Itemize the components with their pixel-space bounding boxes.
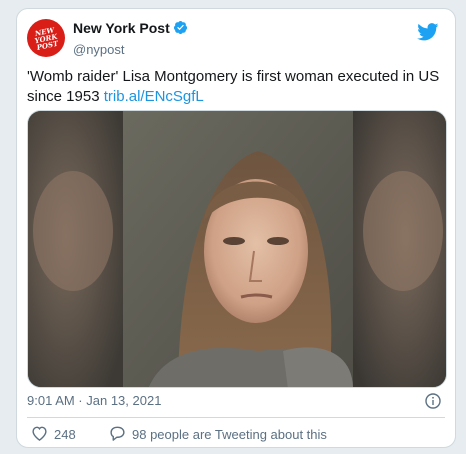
tweet-text: 'Womb raider' Lisa Montgomery is first w… — [27, 67, 447, 107]
tweet-photo[interactable] — [27, 110, 447, 388]
tweet-header: NEW YORK POST New York Post @nypost — [27, 19, 445, 61]
like-button[interactable]: 248 — [31, 425, 76, 444]
tweet-link[interactable]: trib.al/ENcSgfL — [104, 88, 204, 105]
handle[interactable]: @nypost — [73, 42, 188, 57]
tweet-body: 'Womb raider' Lisa Montgomery is first w… — [27, 68, 440, 105]
conversation-link[interactable]: 98 people are Tweeting about this — [109, 425, 327, 444]
tweet-meta: 9:01 AM · Jan 13, 2021 — [27, 393, 445, 411]
account-names[interactable]: New York Post @nypost — [73, 20, 188, 57]
twitter-bird-icon[interactable] — [417, 23, 439, 46]
nypost-logo: NEW YORK POST — [33, 25, 59, 52]
mugshot-image — [28, 111, 446, 387]
verified-badge-icon — [173, 20, 188, 40]
heart-icon — [31, 425, 48, 444]
info-icon[interactable] — [425, 393, 441, 412]
divider — [27, 417, 445, 418]
timestamp[interactable]: 9:01 AM · Jan 13, 2021 — [27, 393, 161, 408]
display-name[interactable]: New York Post — [73, 20, 170, 36]
tweet-actions: 248 98 people are Tweeting about this — [27, 425, 445, 445]
conversation-text: 98 people are Tweeting about this — [132, 427, 327, 442]
comment-bubble-icon — [109, 425, 126, 444]
tweet-card[interactable]: NEW YORK POST New York Post @nypost 'Wom… — [16, 8, 456, 448]
avatar[interactable]: NEW YORK POST — [27, 19, 65, 57]
like-count: 248 — [54, 427, 76, 442]
